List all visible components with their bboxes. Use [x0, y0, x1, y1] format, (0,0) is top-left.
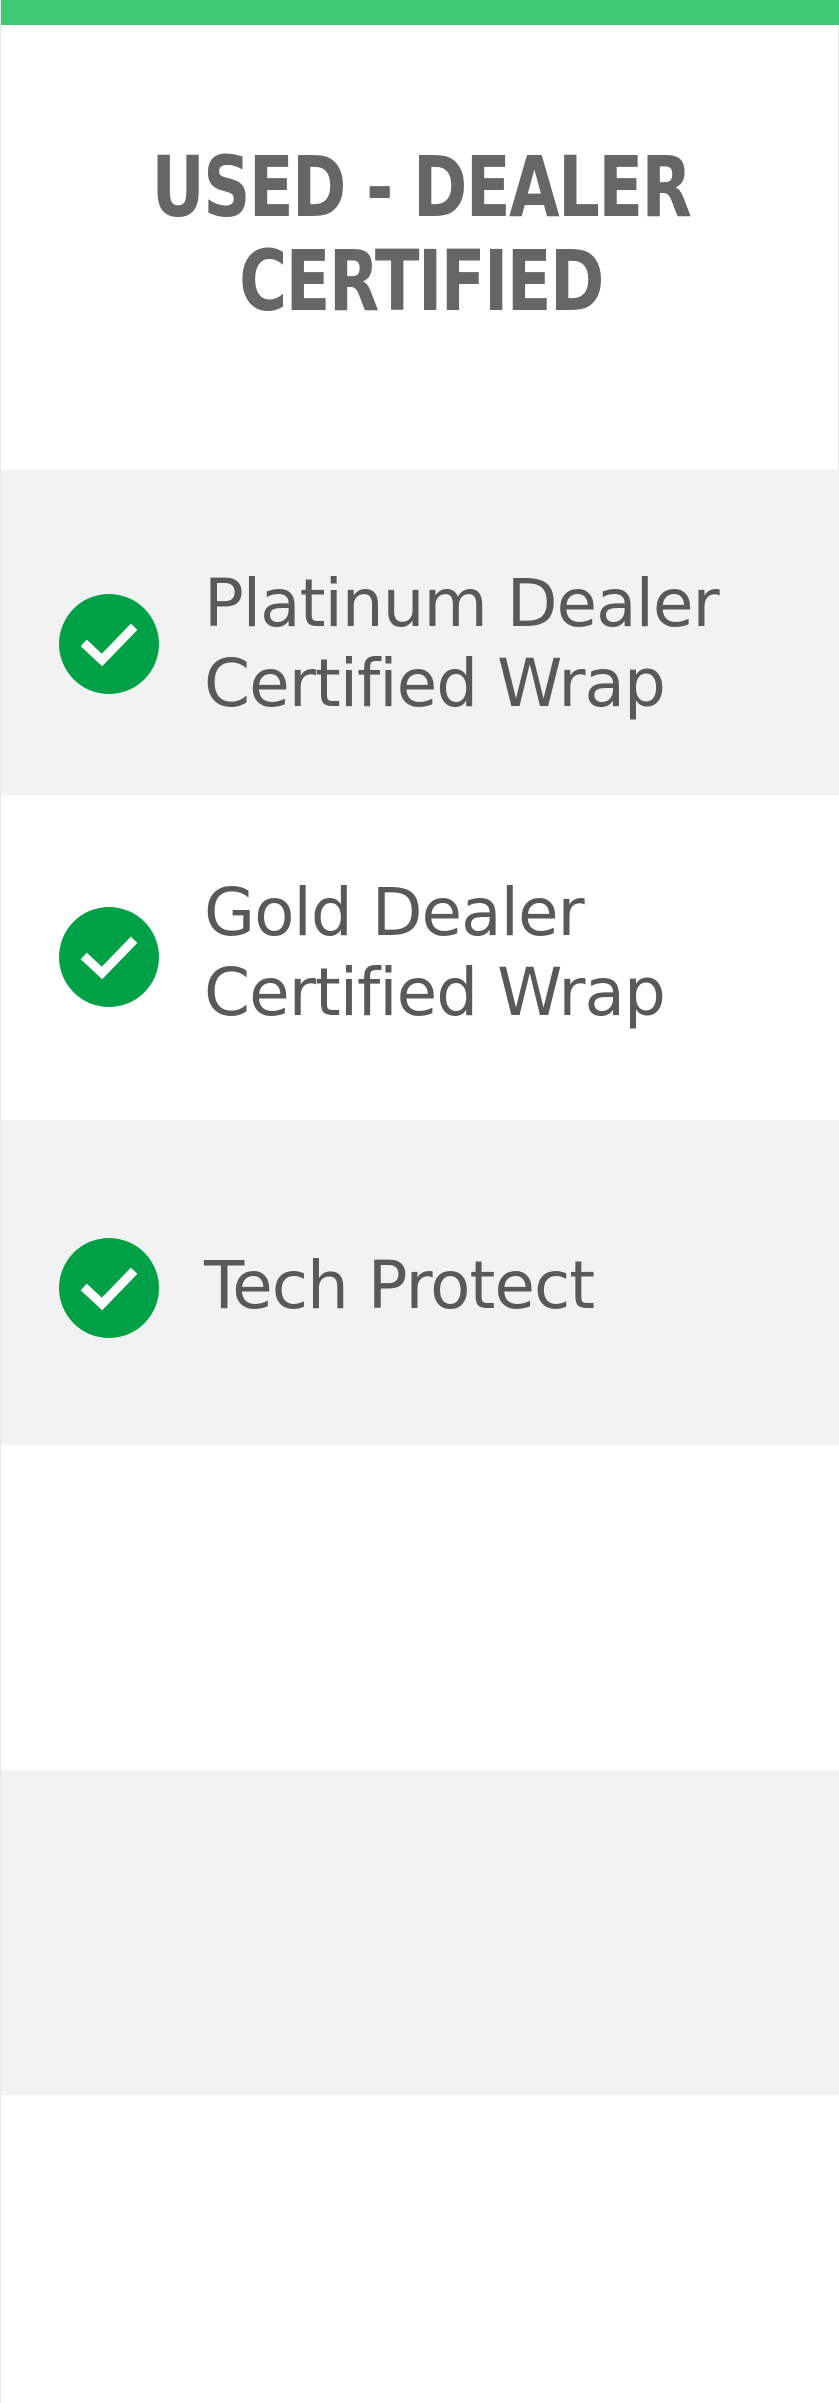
check-circle-icon — [59, 907, 159, 1007]
feature-row-empty — [1, 1770, 839, 2095]
feature-label-line-2: Certified Wrap — [204, 954, 666, 1031]
feature-row-tech-protect: Tech Protect — [1, 1120, 839, 1445]
feature-row-empty — [1, 2095, 839, 2403]
feature-label-line-1: Platinum Dealer — [204, 565, 720, 642]
accent-bar — [1, 0, 839, 25]
plan-header: USED - DEALER CERTIFIED — [1, 25, 839, 470]
pricing-card: USED - DEALER CERTIFIED Platinum Dealer … — [0, 0, 839, 2403]
feature-label: Tech Protect — [204, 1246, 804, 1326]
feature-label: Platinum Dealer Certified Wrap — [204, 564, 804, 724]
feature-row-empty — [1, 1445, 839, 1770]
feature-label: Gold Dealer Certified Wrap — [204, 873, 804, 1033]
check-circle-icon — [59, 1238, 159, 1338]
feature-label-line-2: Certified Wrap — [204, 645, 666, 722]
feature-label-line-1: Gold Dealer — [204, 874, 585, 951]
feature-row-platinum-wrap: Platinum Dealer Certified Wrap — [1, 470, 839, 795]
plan-title-line-2: CERTIFIED — [238, 231, 604, 330]
plan-title-line-1: USED - DEALER — [151, 137, 691, 236]
feature-label-line-1: Tech Protect — [204, 1247, 595, 1324]
check-circle-icon — [59, 594, 159, 694]
plan-title: USED - DEALER CERTIFIED — [140, 140, 702, 328]
feature-row-gold-wrap: Gold Dealer Certified Wrap — [1, 795, 839, 1120]
